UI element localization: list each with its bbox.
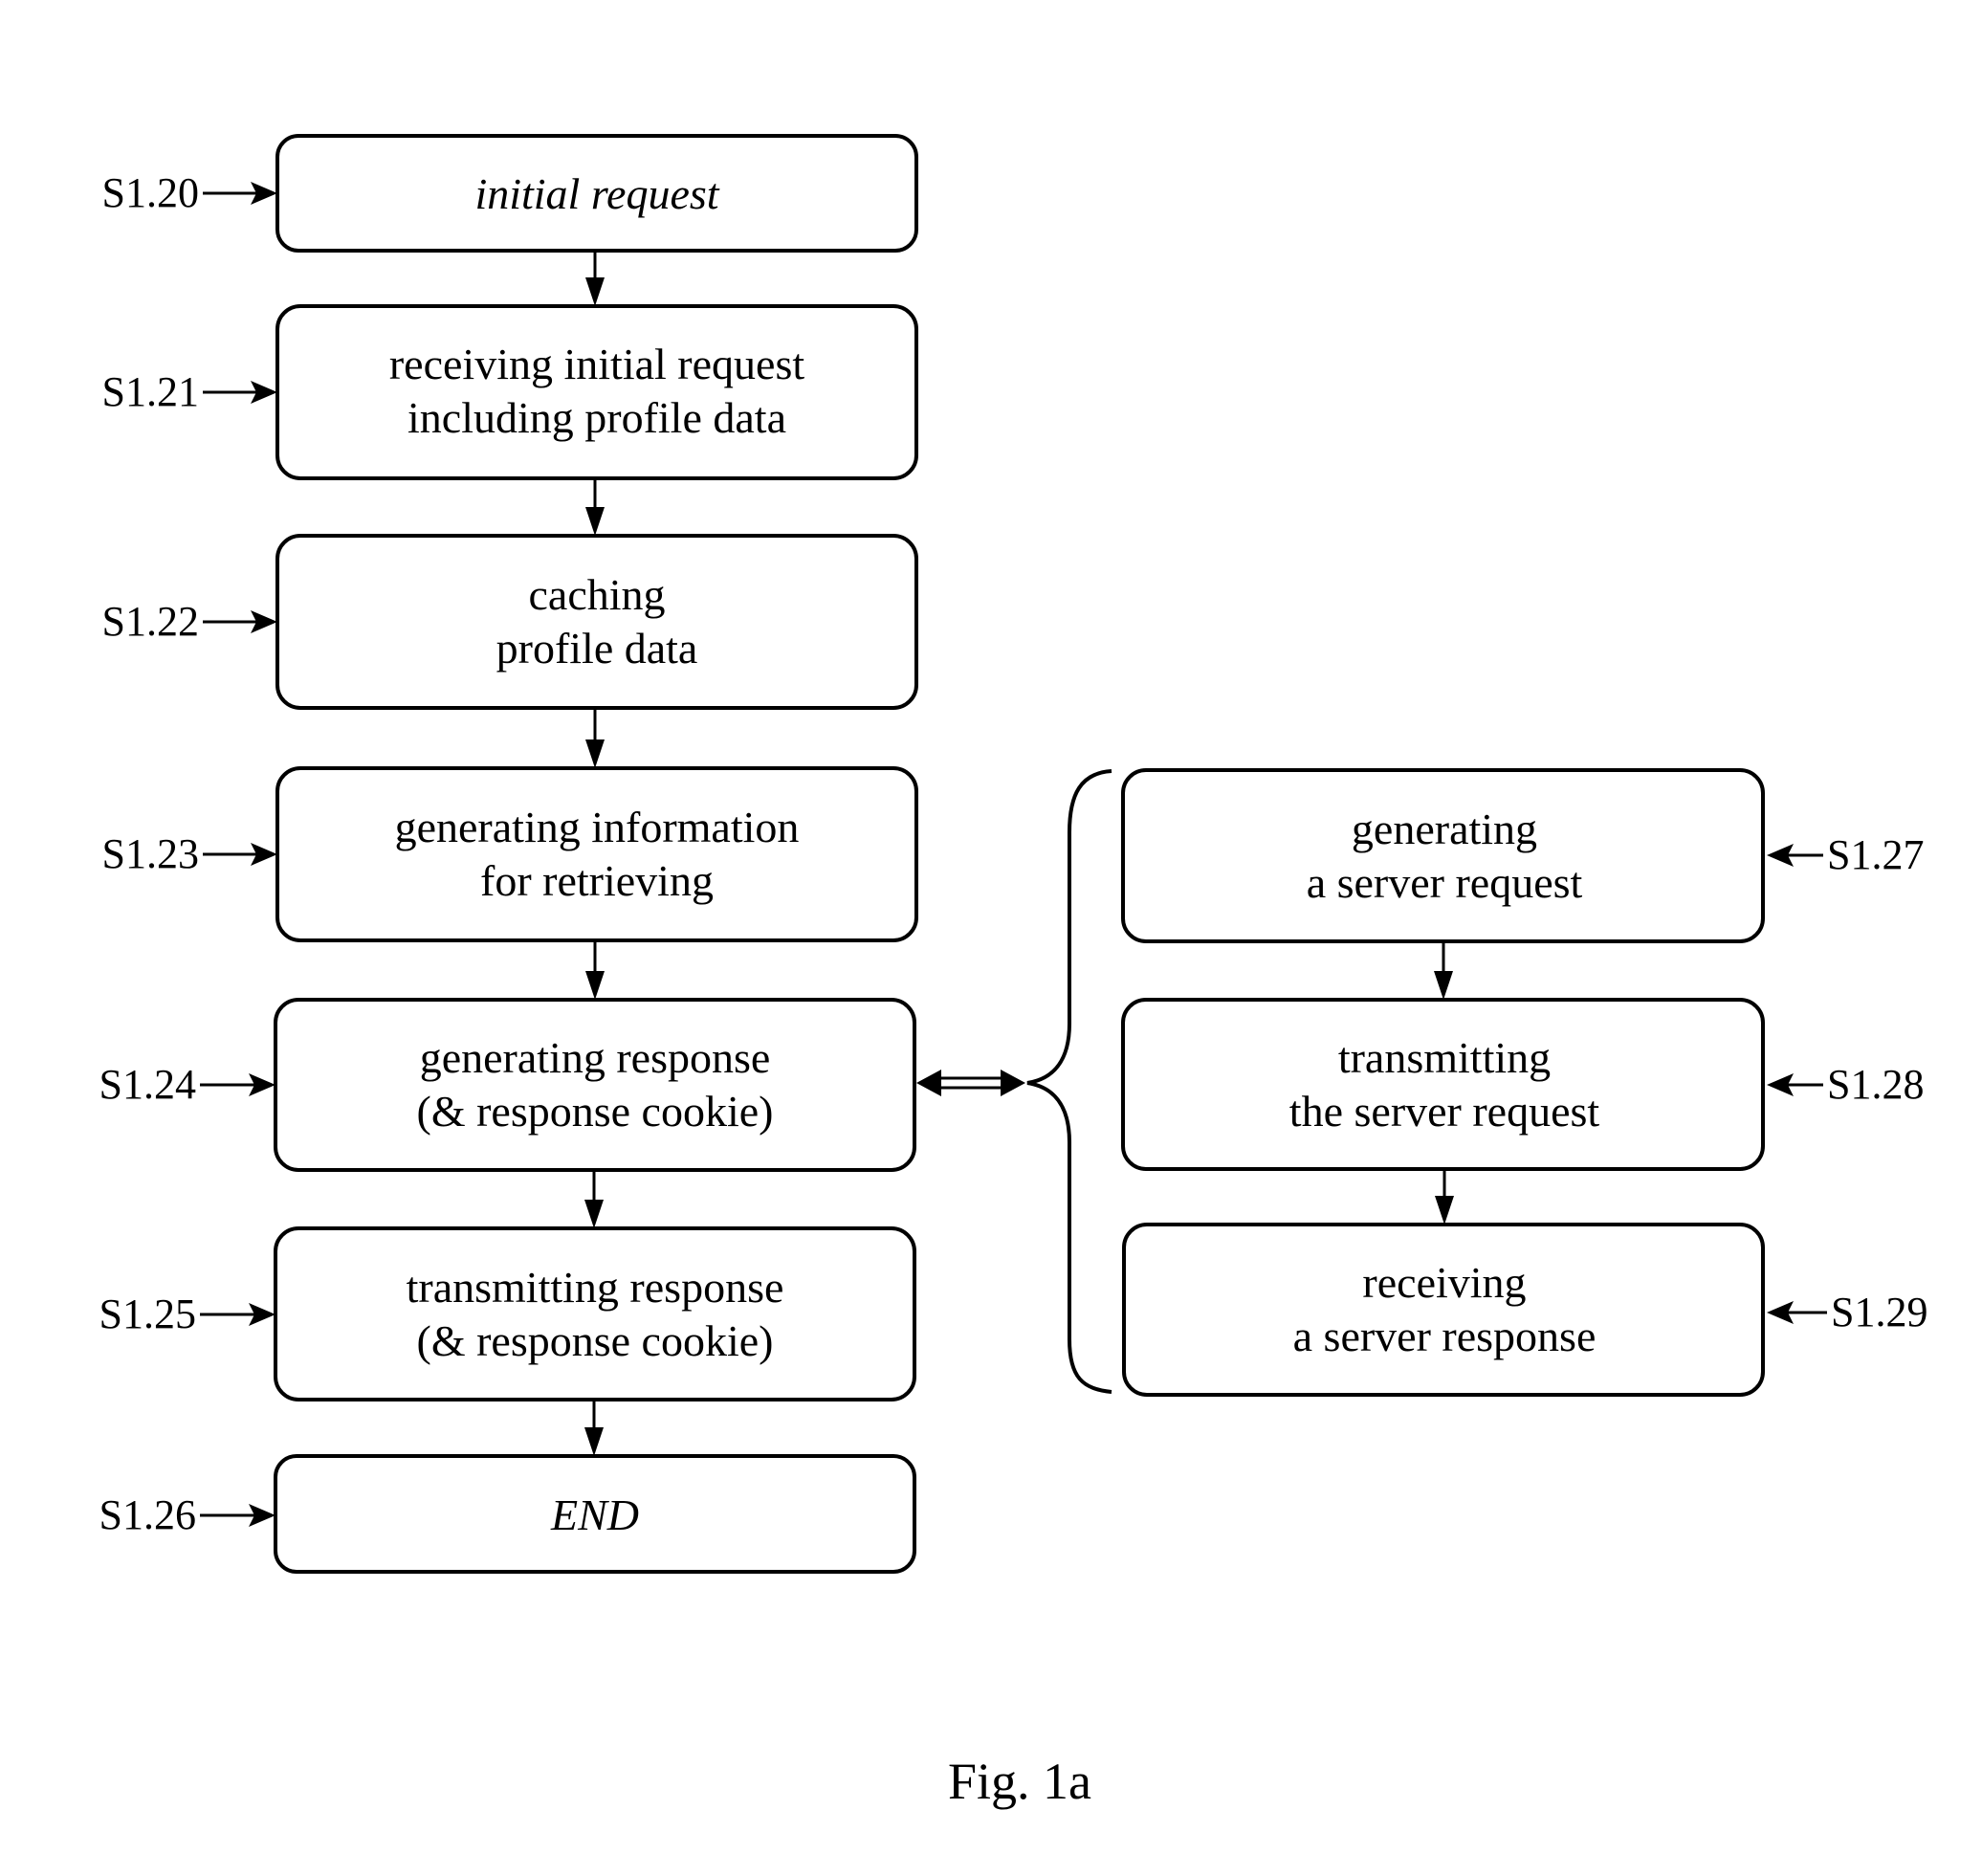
- step-text-line-1: receiving initial request: [389, 340, 805, 388]
- step-text: END: [550, 1490, 639, 1539]
- flowchart-diagram: initial request receiving initial reques…: [99, 134, 1927, 1810]
- step-text: initial request: [474, 169, 719, 218]
- step-text-line-1: receiving: [1362, 1258, 1526, 1307]
- step-text-line-2: profile data: [496, 624, 698, 673]
- arrow-down-icon: [585, 708, 605, 768]
- arrow-down-icon: [1434, 941, 1453, 1000]
- step-box-S1-29: receiving a server response: [1122, 1223, 1765, 1397]
- arrow-down-icon: [585, 478, 605, 536]
- step-box-S1-24: generating response (& response cookie): [274, 998, 916, 1172]
- svg-text:receiving initial request: receiving initial request: [389, 340, 805, 388]
- bidirectional-arrow-icon: [916, 1070, 1025, 1096]
- svg-text:END: END: [550, 1490, 639, 1539]
- svg-text:(& response cookie): (& response cookie): [417, 1087, 774, 1136]
- step-box-S1-21: receiving initial request including prof…: [275, 304, 918, 480]
- step-label-S1-26: S1.26: [99, 1491, 275, 1538]
- step-text-line-1: generating: [1352, 805, 1537, 853]
- step-label-S1-20: S1.20: [102, 169, 277, 216]
- step-id: S1.23: [102, 830, 199, 877]
- step-id: S1.25: [99, 1291, 196, 1337]
- step-text-line-1: generating response: [420, 1033, 771, 1082]
- svg-text:a server response: a server response: [1293, 1312, 1597, 1360]
- step-text-line-2: for retrieving: [480, 856, 714, 905]
- step-label-S1-22: S1.22: [102, 598, 277, 645]
- svg-text:transmitting: transmitting: [1338, 1033, 1551, 1082]
- svg-text:profile data: profile data: [496, 624, 698, 673]
- step-box-S1-25: transmitting response (& response cookie…: [274, 1226, 916, 1401]
- figure-caption: Fig. 1a: [948, 1753, 1091, 1810]
- svg-text:transmitting response: transmitting response: [407, 1263, 784, 1312]
- step-box-S1-26: END: [274, 1454, 916, 1574]
- svg-text:receiving: receiving: [1362, 1258, 1526, 1307]
- svg-text:generating: generating: [1352, 805, 1537, 853]
- step-text-line-2: including profile data: [407, 393, 786, 442]
- arrow-down-icon: [585, 940, 605, 1000]
- step-id: S1.22: [102, 598, 199, 645]
- svg-text:a server request: a server request: [1307, 858, 1583, 907]
- arrow-down-icon: [1435, 1169, 1454, 1225]
- svg-text:including profile data: including profile data: [407, 393, 786, 442]
- step-id: S1.24: [99, 1061, 196, 1108]
- svg-text:for retrieving: for retrieving: [480, 856, 714, 905]
- svg-text:caching: caching: [528, 570, 665, 619]
- step-text-line-1: transmitting response: [407, 1263, 784, 1312]
- step-text-line-2: a server response: [1293, 1312, 1597, 1360]
- step-box-S1-20: initial request: [275, 134, 918, 253]
- step-id: S1.26: [99, 1491, 196, 1538]
- step-id: S1.27: [1827, 831, 1924, 878]
- step-id: S1.20: [102, 169, 199, 216]
- arrow-down-icon: [585, 251, 605, 306]
- step-label-S1-27: S1.27: [1767, 831, 1924, 878]
- step-label-S1-23: S1.23: [102, 830, 277, 877]
- svg-text:(& response cookie): (& response cookie): [417, 1316, 774, 1365]
- svg-text:initial request: initial request: [474, 169, 719, 218]
- curly-brace: [1026, 769, 1112, 1394]
- arrow-down-icon: [584, 1400, 604, 1456]
- step-id: S1.21: [102, 368, 199, 415]
- step-box-S1-27: generating a server request: [1121, 768, 1765, 943]
- step-id: S1.28: [1827, 1061, 1924, 1108]
- step-text-line-2: a server request: [1307, 858, 1583, 907]
- step-label-S1-21: S1.21: [102, 368, 277, 415]
- arrow-down-icon: [584, 1170, 604, 1228]
- step-id: S1.29: [1831, 1289, 1927, 1335]
- step-text-line-2: (& response cookie): [417, 1087, 774, 1136]
- step-box-S1-28: transmitting the server request: [1121, 998, 1765, 1171]
- step-text-line-2: the server request: [1289, 1087, 1600, 1136]
- svg-text:generating response: generating response: [420, 1033, 771, 1082]
- step-label-S1-29: S1.29: [1767, 1289, 1927, 1335]
- step-label-S1-25: S1.25: [99, 1291, 275, 1337]
- step-box-S1-23: generating information for retrieving: [275, 766, 918, 942]
- step-text-line-1: transmitting: [1338, 1033, 1551, 1082]
- step-label-S1-24: S1.24: [99, 1061, 275, 1108]
- step-text-line-2: (& response cookie): [417, 1316, 774, 1365]
- step-label-S1-28: S1.28: [1767, 1061, 1924, 1108]
- step-text-line-1: caching: [528, 570, 665, 619]
- svg-text:generating information: generating information: [395, 803, 800, 851]
- step-box-S1-22: caching profile data: [275, 534, 918, 710]
- svg-text:the server request: the server request: [1289, 1087, 1600, 1136]
- step-text-line-1: generating information: [395, 803, 800, 851]
